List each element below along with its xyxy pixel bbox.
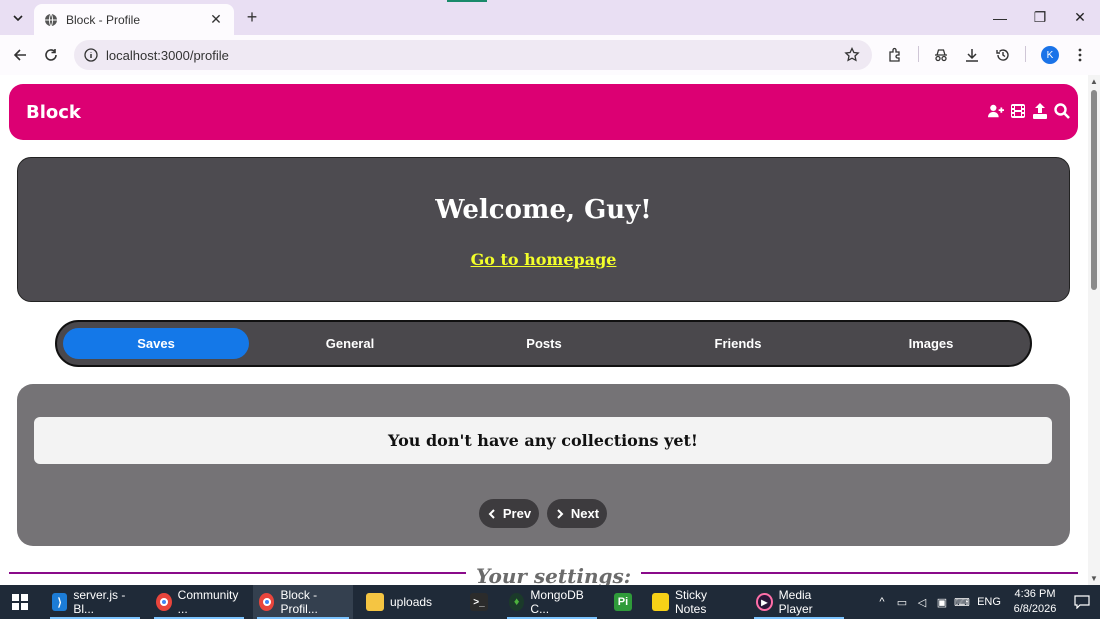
reload-icon[interactable] [40,44,62,66]
clock[interactable]: 4:36 PM 6/8/2026 [1006,587,1064,617]
homepage-link[interactable]: Go to homepage [18,250,1069,269]
media-player-icon: ▶ [756,593,773,611]
taskbar-item-label: server.js - Bl... [73,588,126,616]
prev-button[interactable]: Prev [479,499,539,528]
os-taskbar: ⟩ server.js - Bl... Community ... Block … [0,585,1100,619]
taskbar-item-label: Sticky Notes [675,588,708,616]
clock-date: 6/8/2026 [1013,603,1057,615]
restore-icon[interactable]: ❐ [1020,0,1060,35]
search-icon[interactable] [1054,103,1070,119]
tab-general[interactable]: General [257,328,443,359]
folder-icon [366,593,384,611]
window-controls: — ❐ ✕ [980,0,1100,35]
volume-icon[interactable]: ◁ [912,585,932,619]
taskbar-item-terminal[interactable]: >_ [464,585,500,619]
chevron-up-icon[interactable]: ^ [872,585,892,619]
url-text[interactable]: localhost:3000/profile [106,48,844,63]
welcome-card: Welcome, Guy! Go to homepage [17,157,1070,302]
taskbar-item-vscode[interactable]: ⟩ server.js - Bl... [46,585,144,619]
profile-avatar[interactable]: K [1041,46,1059,64]
site-logo[interactable]: Block [26,102,81,123]
toolbar-separator [918,46,919,62]
tab-group-accent [447,0,487,2]
site-header: Block [9,84,1078,140]
battery-icon[interactable]: ▭ [892,585,912,619]
scroll-up-icon[interactable]: ▲ [1090,77,1098,86]
chevron-right-icon [555,508,565,519]
taskbar-item-media-player[interactable]: ▶ Media Player [750,585,848,619]
chevron-left-icon [487,508,497,519]
back-icon[interactable] [9,44,31,66]
language-indicator[interactable]: ENG [972,585,1006,619]
welcome-heading: Welcome, Guy! [435,195,652,225]
page-viewport: Block Welcome, Guy! Go to homepage Saves… [0,75,1088,585]
chrome-icon [259,593,275,611]
tab-title: Block - Profile [66,12,141,27]
browser-tab-active[interactable]: Block - Profile ✕ [34,4,234,35]
profile-tabs: Saves General Posts Friends Images [55,320,1032,367]
taskbar-item-pi[interactable]: Pi [608,585,644,619]
sticky-notes-icon [652,593,669,611]
next-label: Next [570,506,600,521]
taskbar-item-mongodb[interactable]: ♦ MongoDB C... [503,585,601,619]
taskbar-item-label: Block - Profil... [280,588,318,616]
next-button[interactable]: Next [547,499,607,528]
tab-list-dropdown-icon[interactable] [8,8,28,28]
taskbar-item-label: MongoDB C... [530,588,584,616]
mongodb-icon: ♦ [509,593,525,611]
address-bar[interactable]: localhost:3000/profile [74,40,872,70]
saves-panel: You don't have any collections yet! Prev… [17,384,1070,546]
clock-time: 4:36 PM [1014,588,1056,600]
vscode-icon: ⟩ [52,593,68,611]
upload-icon[interactable] [1032,103,1048,119]
taskbar-item-label: Community ... [177,588,239,616]
settings-heading: Your settings: [466,564,642,585]
history-icon[interactable] [994,46,1012,64]
globe-icon [44,13,58,27]
terminal-icon: >_ [470,593,488,611]
notifications-icon[interactable] [1064,585,1100,619]
extensions-icon[interactable] [886,46,904,64]
new-tab-icon[interactable]: + [242,7,262,28]
taskbar-item-label: uploads [390,595,433,609]
taskbar-item-sticky-notes[interactable]: Sticky Notes [646,585,744,619]
pi-icon: Pi [614,593,632,611]
add-user-icon[interactable] [988,103,1004,119]
scrollbar-thumb[interactable] [1091,90,1097,290]
taskbar-item-uploads[interactable]: uploads [360,585,458,619]
empty-collections-message: You don't have any collections yet! [34,417,1052,464]
system-tray: ^ ▭ ◁ ▣ ⌨ ENG 4:36 PM 6/8/2026 [872,585,1100,619]
browser-toolbar: localhost:3000/profile [0,35,1100,75]
downloads-icon[interactable] [963,46,981,64]
close-tab-icon[interactable]: ✕ [208,11,224,28]
incognito-icon[interactable] [932,46,950,64]
close-window-icon[interactable]: ✕ [1060,0,1100,35]
page-scrollbar[interactable]: ▲ ▼ [1088,75,1100,585]
taskbar-item-chrome-community[interactable]: Community ... [150,585,248,619]
network-icon[interactable]: ▣ [932,585,952,619]
chrome-icon [156,593,172,611]
tab-saves[interactable]: Saves [63,328,249,359]
more-menu-icon[interactable] [1071,46,1089,64]
windows-start-icon[interactable] [12,594,28,610]
film-icon[interactable] [1010,103,1026,119]
toolbar-separator [1025,46,1026,62]
taskbar-item-chrome-block[interactable]: Block - Profil... [253,585,353,619]
tab-friends[interactable]: Friends [645,328,831,359]
site-info-icon[interactable] [84,48,98,62]
scroll-down-icon[interactable]: ▼ [1090,574,1098,583]
browser-tabstrip: Block - Profile ✕ + — ❐ ✕ [0,0,1100,35]
tab-images[interactable]: Images [838,328,1024,359]
tab-posts[interactable]: Posts [451,328,637,359]
taskbar-item-label: Media Player [778,588,813,616]
header-actions [988,103,1070,119]
minimize-icon[interactable]: — [980,0,1020,35]
bookmark-star-icon[interactable] [844,47,860,63]
prev-label: Prev [502,506,532,521]
keyboard-icon[interactable]: ⌨ [952,585,972,619]
